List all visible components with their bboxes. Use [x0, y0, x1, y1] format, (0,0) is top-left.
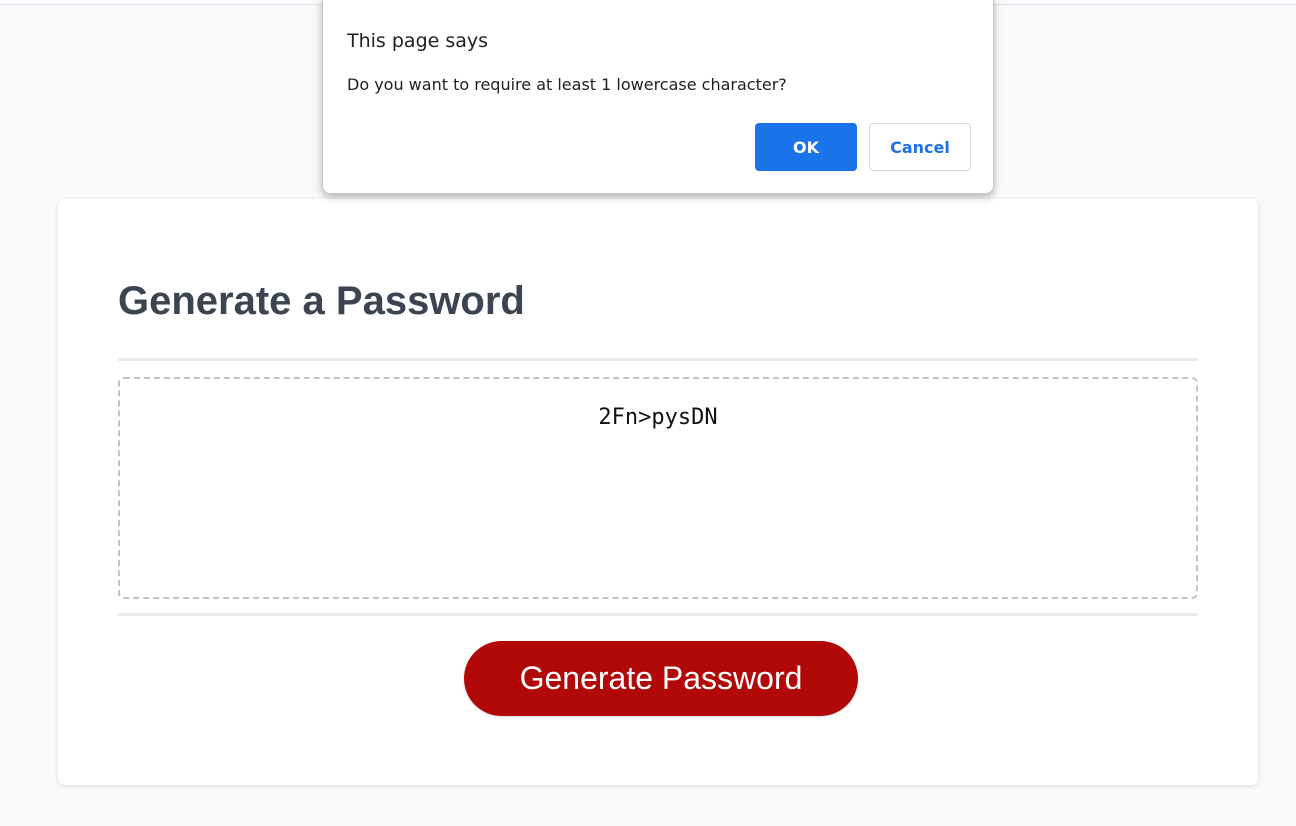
card-footer-divider — [118, 613, 1198, 616]
generate-password-button[interactable]: Generate Password — [464, 641, 858, 716]
page-title: Generate a Password — [118, 279, 525, 323]
confirm-dialog: This page says Do you want to require at… — [322, 0, 994, 194]
password-output[interactable]: 2Fn>pysDN — [118, 377, 1198, 599]
cancel-button[interactable]: Cancel — [869, 123, 971, 171]
dialog-title: This page says — [347, 30, 489, 52]
ok-button[interactable]: OK — [755, 123, 857, 171]
password-card: Generate a Password 2Fn>pysDN Generate P… — [58, 199, 1258, 785]
dialog-message: Do you want to require at least 1 lowerc… — [347, 75, 787, 94]
card-header-divider — [118, 358, 1198, 361]
